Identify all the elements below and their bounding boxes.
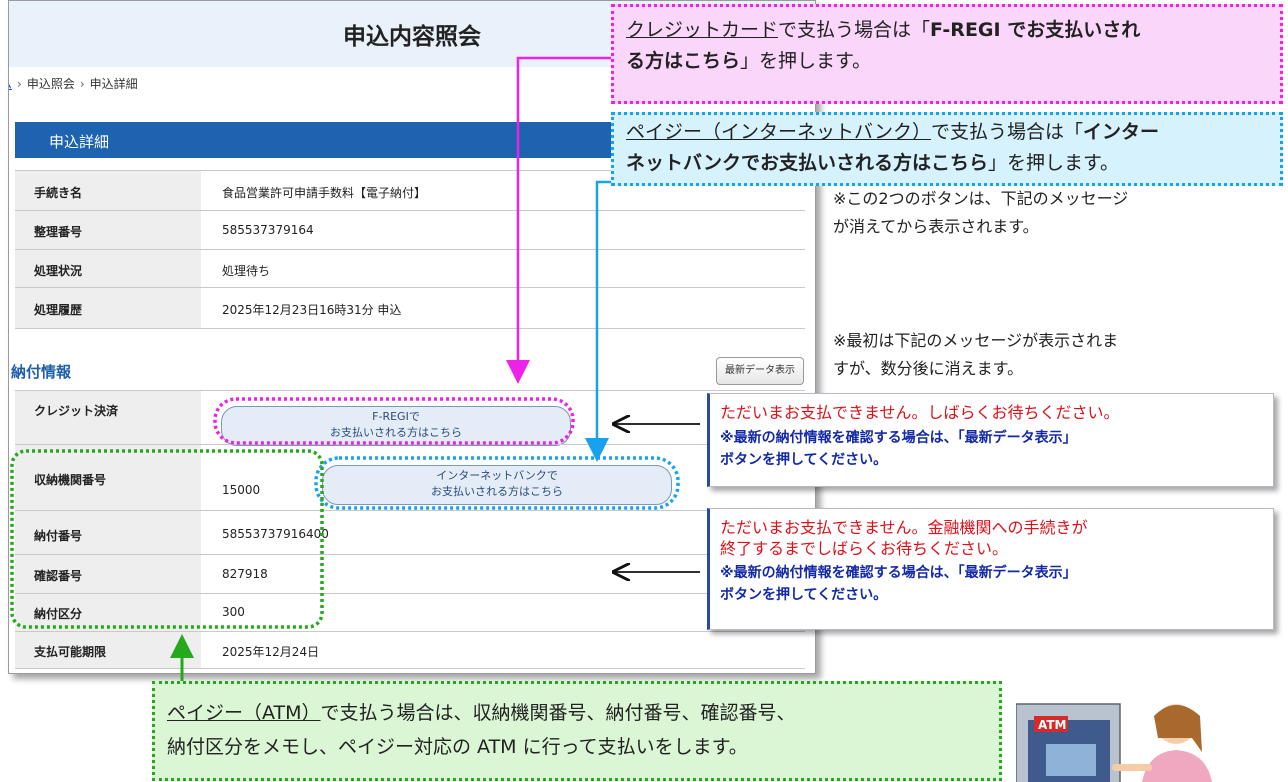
- person-hair-icon: [1154, 705, 1202, 752]
- bank-callout: ペイジー（インターネットバンク）で支払う場合は「インター ネットバンクでお支払い…: [611, 112, 1283, 186]
- note-initial-message: ※最初は下記のメッセージが表示されま すが、数分後に消えます。: [833, 331, 1119, 378]
- note-buttons: ※この2つのボタンは、下記のメッセージ が消えてから表示されます。: [833, 189, 1129, 236]
- atm-callout: ペイジー（ATM）で支払う場合は、収納機関番号、納付番号、確認番号、 納付区分を…: [152, 681, 1002, 781]
- credit-arrow-head: [506, 360, 530, 384]
- fregi-highlight: [213, 397, 575, 445]
- message-box-1: ただいまお支払できません。しばらくお待ちください。 ※最新の納付情報を確認する場…: [707, 393, 1274, 487]
- atm-label: ATM: [1038, 718, 1066, 732]
- atm-info-highlight: [10, 449, 324, 629]
- message-box-2: ただいまお支払できません。金融機関への手続きが 終了するまでしばらくお待ちくださ…: [707, 508, 1274, 630]
- credit-callout: クレジットカードで支払う場合は「F-REGI でお支払いされ る方はこちら」を押…: [611, 4, 1283, 104]
- atm-illustration: ATM: [1016, 703, 1212, 782]
- atm-arrow-head: [170, 634, 194, 658]
- person-body-icon: [1142, 750, 1212, 782]
- bank-connector-line: [595, 180, 611, 438]
- bank-highlight: [314, 456, 680, 510]
